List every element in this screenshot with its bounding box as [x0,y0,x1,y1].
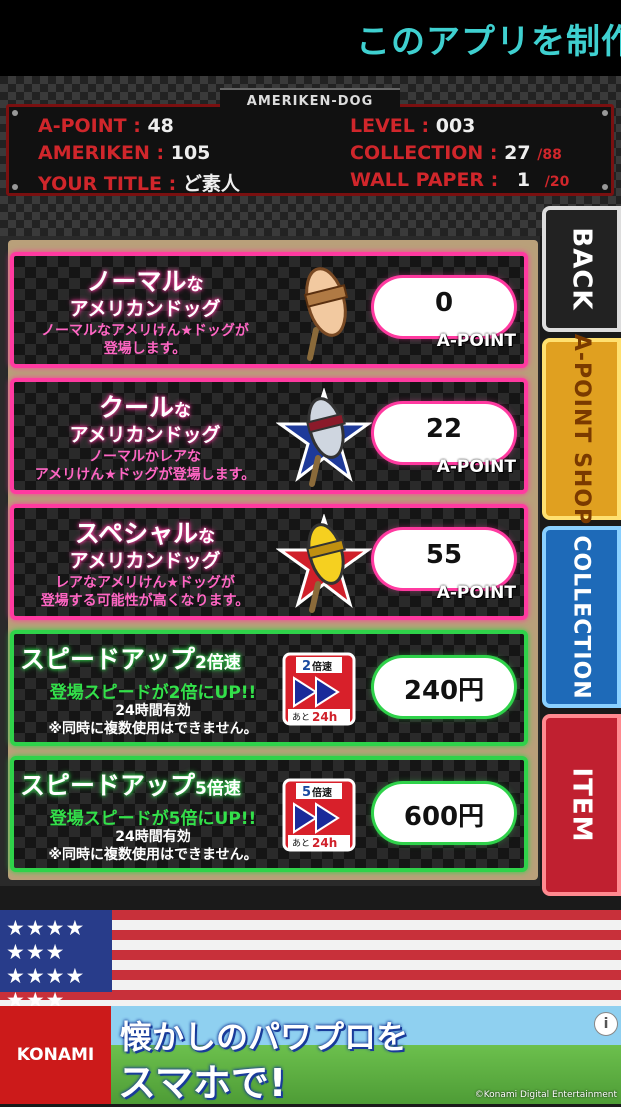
ad-info-icon[interactable]: i [594,1012,618,1036]
back-tab-label: BACK [566,227,597,311]
card-note: 24時間有効 ※同時に複数使用はできません。 [48,829,258,863]
price-button[interactable]: 240円 [374,658,514,716]
stat-wallpaper: WALL PAPER : 1 /20 [350,169,569,191]
card-description: 登場スピードが2倍にUP!! [49,683,257,703]
card-subtitle: アメリカンドッグ [69,298,221,320]
stat-ameriken-value: 105 [170,142,211,164]
collection-tab[interactable]: COLLECTION [542,526,621,708]
screw-icon [602,184,608,190]
badge-multiplier-suffix: 倍速 [312,786,332,799]
status-logo: AMERIKEN-DOG [220,88,400,114]
price-button[interactable]: 55 [374,530,514,588]
screw-icon [602,110,608,116]
card-title: スピードアップ5倍速 [20,771,241,800]
normal-corndog-icon [303,267,349,361]
price-unit: A-POINT [436,457,516,477]
badge-multiplier-suffix: 倍速 [312,660,332,673]
stat-title-label: YOUR TITLE : [38,173,177,195]
ad-brand-logo[interactable]: KONAMI [0,1006,111,1104]
card-description: レアなアメリけん★ドッグが 登場する可能性が高くなります。 [40,575,250,609]
shop-card-speedup-5x[interactable]: スピードアップ5倍速 登場スピードが5倍にUP!! 24時間有効 ※同時に複数使用… [10,756,528,872]
card-note: 24時間有効 ※同時に複数使用はできません。 [48,703,258,737]
collection-tab-label: COLLECTION [569,534,594,700]
badge-duration: 24h [312,836,337,850]
badge-multiplier: 5 [302,785,311,800]
stat-apoint: A-POINT : 48 [38,115,174,137]
price-button[interactable]: 600円 [374,784,514,842]
stat-apoint-label: A-POINT : [38,115,141,137]
shop-card-normal[interactable]: ノーマルな アメリカンドッグ ノーマルなアメリけん★ドッグが 登場します。 0 A… [10,252,528,368]
back-tab[interactable]: BACK [542,206,621,332]
stat-wallpaper-total: /20 [544,174,570,190]
card-title: クールな [98,393,191,422]
shop-card-cool[interactable]: クールな アメリカンドッグ ノーマルかレアな アメリけん★ドッグが登場します。 2… [10,378,528,494]
stat-collection-total: /88 [537,147,562,163]
stat-collection-value: 27 [504,142,531,164]
stat-ameriken-label: AMERIKEN : [38,142,165,164]
screw-icon [12,110,18,116]
stat-wallpaper-label: WALL PAPER : [350,169,499,191]
price-value: 22 [425,414,463,444]
stat-title-value: ど素人 [182,173,240,195]
shop-card-speedup-2x[interactable]: スピードアップ2倍速 登場スピードが2倍にUP!! 24時間有効 ※同時に複数使用… [10,630,528,746]
price-value: 240円 [403,676,485,706]
speedup-5x-icon: 5 倍速 あと 24h [282,778,356,852]
stat-collection-label: COLLECTION : [350,142,498,164]
ad-subheadline: スマホで! [118,1061,287,1105]
badge-multiplier: 2 [302,659,311,674]
special-corndog-icon [276,514,372,613]
card-description: ノーマルなアメリけん★ドッグが 登場します。 [41,323,249,357]
stat-level-value: 003 [435,115,476,137]
stat-apoint-value: 48 [147,115,174,137]
price-button[interactable]: 22 [374,404,514,462]
cool-corndog-icon [276,388,372,487]
card-title: スペシャルな [74,519,216,548]
item-tab[interactable]: ITEM [542,714,621,896]
apoint-shop-tab[interactable]: A-POINT SHOP [542,333,621,525]
stat-title: YOUR TITLE : ど素人 [38,169,240,196]
flag-stars: ★★★★ ★★★ ★★★★ ★★★ [6,916,86,1012]
card-description: 登場スピードが5倍にUP!! [49,809,257,829]
price-value: 55 [425,540,463,570]
card-subtitle: アメリカンドッグ [69,550,221,572]
card-description: ノーマルかレアな アメリけん★ドッグが登場します。 [34,449,256,483]
price-unit: A-POINT [436,583,516,603]
speedup-2x-icon: 2 倍速 あと 24h [282,652,356,726]
price-value: 600円 [403,802,485,832]
ad-copyright: ©Konami Digital Entertainment [474,1090,617,1100]
stat-wallpaper-value: 1 [516,169,531,191]
card-title: ノーマルな [86,267,204,296]
stat-level-label: LEVEL : [350,115,430,137]
badge-remaining-prefix: あと [292,838,310,849]
top-banner[interactable]: このアプリを制作 [0,0,621,76]
stat-collection: COLLECTION : 27 /88 [350,142,562,164]
item-tab-label: ITEM [566,767,597,843]
badge-duration: 24h [312,710,337,724]
price-unit: A-POINT [436,331,516,351]
shop-card-special[interactable]: スペシャルな アメリカンドッグ レアなアメリけん★ドッグが 登場する可能性が高くな… [10,504,528,620]
badge-remaining-prefix: あと [292,712,310,723]
stat-level: LEVEL : 003 [350,115,475,137]
stat-ameriken: AMERIKEN : 105 [38,142,210,164]
apoint-shop-tab-label: A-POINT SHOP [569,333,594,525]
screw-icon [12,184,18,190]
price-value: 0 [434,288,454,318]
card-subtitle: アメリカンドッグ [69,424,221,446]
price-button[interactable]: 0 [374,278,514,336]
card-title: スピードアップ2倍速 [20,645,241,674]
banner-text: このアプリを制作 [356,22,621,62]
